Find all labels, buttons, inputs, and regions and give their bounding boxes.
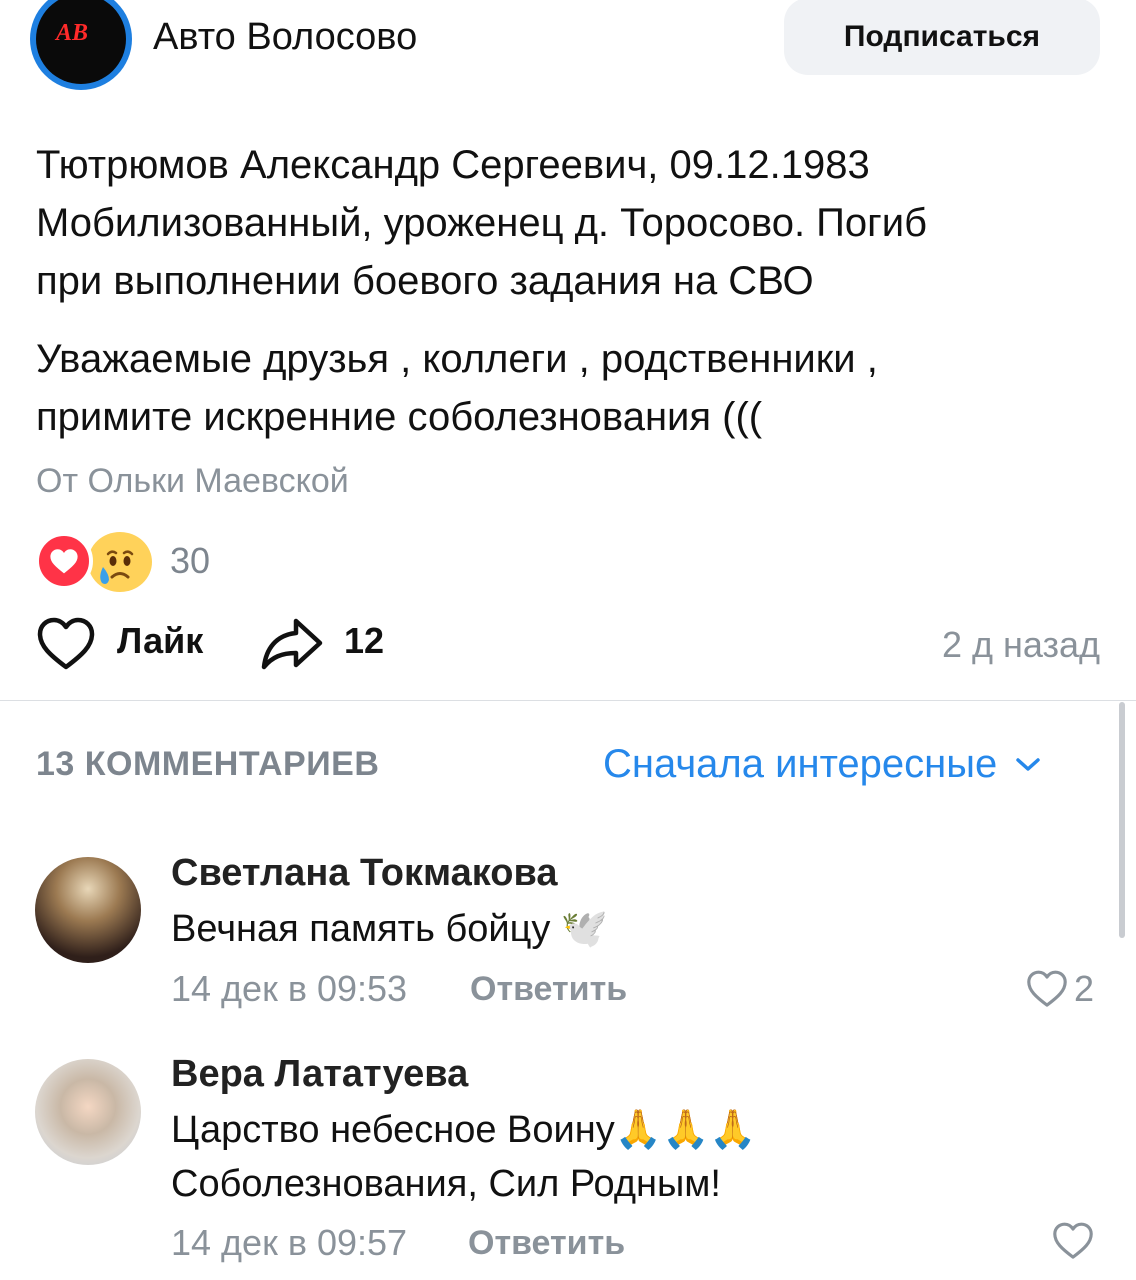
heart-reaction-icon[interactable] (35, 532, 93, 590)
comments-count-label: 13 КОММЕНТАРИЕВ (36, 745, 380, 783)
scrollbar[interactable] (1119, 702, 1125, 938)
sort-label[interactable]: Сначала интересные (603, 742, 997, 787)
comment-text: Вечная память бойцу 🕊️ (171, 908, 609, 950)
share-button[interactable] (260, 617, 324, 676)
comment-text-line: Царство небесное Воину🙏🙏🙏 (171, 1109, 757, 1151)
comment-like-button[interactable] (1052, 1222, 1094, 1260)
comment-author[interactable]: Светлана Токмакова (171, 852, 557, 895)
heart-outline-icon (37, 617, 95, 670)
comment-like-count: 2 (1073, 968, 1094, 1009)
comment-author[interactable]: Вера Лататуева (171, 1053, 468, 1096)
post-text-condolences: Уважаемые друзья , коллеги , родственник… (36, 330, 1106, 446)
group-logo-text: AB (56, 20, 89, 46)
post-text-line: при выполнении боевого задания на СВО (36, 259, 814, 303)
comment-text-line: Соболезнования, Сил Родным! (171, 1163, 721, 1205)
post-text-line: примите искренние соболезнования ((( (36, 395, 763, 439)
like-label[interactable]: Лайк (117, 620, 203, 662)
comment-timestamp: 14 дек в 09:57 (171, 1222, 408, 1263)
comment-text: Царство небесное Воину🙏🙏🙏 Соболезнования… (171, 1103, 757, 1211)
post-text-line: Уважаемые друзья , коллеги , родственник… (36, 337, 878, 381)
heart-outline-icon (1053, 1222, 1093, 1259)
subscribe-button[interactable]: Подписаться (784, 0, 1100, 75)
reply-button[interactable]: Ответить (470, 970, 627, 1009)
like-button[interactable] (36, 617, 96, 676)
comments-sort-select[interactable]: Сначала интересные (603, 742, 1041, 787)
post-text-line: Мобилизованный, уроженец д. Торосово. По… (36, 201, 928, 245)
post-timestamp: 2 д назад (941, 624, 1100, 665)
divider (0, 700, 1136, 701)
comment-timestamp: 14 дек в 09:53 (171, 968, 408, 1009)
reply-button[interactable]: Ответить (468, 1224, 625, 1263)
group-avatar[interactable]: AB (30, 0, 132, 90)
post-text-line: Тютрюмов Александр Сергеевич, 09.12.1983 (36, 143, 870, 187)
heart-outline-icon (1027, 970, 1067, 1007)
post-text: Тютрюмов Александр Сергеевич, 09.12.1983… (36, 136, 1106, 310)
post-author-attribution[interactable]: От Ольки Маевской (36, 462, 349, 501)
avatar[interactable] (35, 1059, 141, 1165)
share-arrow-icon (261, 618, 323, 670)
avatar[interactable] (35, 857, 141, 963)
chevron-down-icon (1016, 757, 1041, 771)
group-name[interactable]: Авто Волосово (153, 16, 417, 59)
reactions-count[interactable]: 30 (170, 540, 210, 582)
sad-reaction-icon[interactable] (88, 532, 152, 592)
heart-icon (50, 549, 78, 574)
share-count[interactable]: 12 (344, 620, 384, 662)
crying-face-icon (100, 550, 134, 584)
comment-like-button[interactable]: 2 (1026, 968, 1094, 1010)
